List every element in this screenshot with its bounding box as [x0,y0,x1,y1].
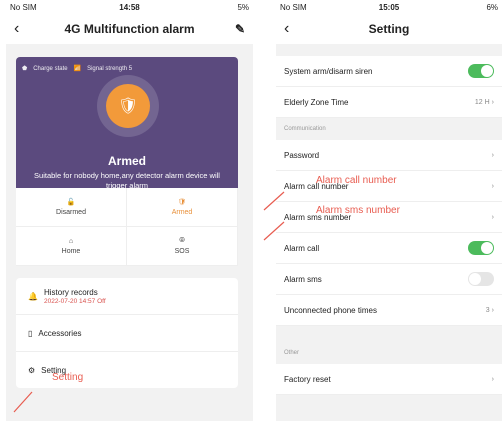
toggle-alarm-call[interactable] [468,241,494,255]
chevron-right-icon: › [491,182,494,190]
row-factory-reset[interactable]: Factory reset › [276,364,502,395]
row-label: Unconnected phone times [284,305,377,315]
bell-icon: 🔔 [28,291,38,301]
row-elderly-zone[interactable]: Elderly Zone Time 12 H › [276,87,502,118]
clock: 14:58 [119,2,140,12]
battery-text: 5% [237,2,249,12]
toggle-system-siren[interactable] [468,64,494,78]
chevron-right-icon: › [491,98,494,106]
signal-label: Signal strength 5 [87,65,133,72]
alarm-status-card: ⬟ Charge state 📶 Signal strength 5 🛡 Arm… [16,57,238,190]
mode-label: Armed [171,209,193,216]
carrier-text: No SIM [280,2,307,12]
back-icon[interactable]: ‹ [14,20,19,38]
row-label: Password [284,150,320,160]
back-icon[interactable]: ‹ [284,20,289,38]
row-label: Factory reset [284,374,331,384]
status-bar: No SIM 14:58 5% [6,0,253,14]
mode-title: Armed [107,154,146,168]
chevron-right-icon: › [491,375,494,383]
chevron-right-icon: › [491,306,494,314]
mode-label: SOS [174,248,190,255]
row-label: Elderly Zone Time [284,97,349,107]
main-menu: 🔔 History records 2022-07-20 14:57 Off ▯… [16,278,238,388]
charge-icon: ⬟ [22,66,28,72]
row-label: Alarm sms [284,274,322,284]
status-bar: No SIM 15:05 6% [276,0,502,14]
annotation-call-number: Alarm call number [316,175,397,186]
battery-text: 6% [486,2,498,12]
row-unconnected-times[interactable]: Unconnected phone times 3 › [276,295,502,326]
row-label: Alarm call [284,243,320,253]
toggle-alarm-sms[interactable] [468,272,494,286]
history-time: 2022-07-20 14:57 Off [43,297,106,305]
chevron-right-icon: › [491,213,494,221]
history-label: History records [43,287,98,297]
page-title: 4G Multifunction alarm [64,22,195,36]
shield-icon: 🛡 [177,199,187,206]
mode-home[interactable]: ⌂ Home [16,227,127,266]
nav-bar: ‹ 4G Multifunction alarm ✎ [6,14,253,44]
carrier-text: No SIM [10,2,37,12]
armed-indicator: 🛡 [97,75,159,137]
mode-armed[interactable]: 🛡 Armed [127,188,238,227]
setting-item[interactable]: ⚙ Setting [16,352,238,388]
row-alarm-sms[interactable]: Alarm sms [276,264,502,295]
page-title: Setting [368,22,410,36]
mode-disarmed[interactable]: 🔓 Disarmed [16,188,127,227]
settings-group-1: System arm/disarm siren Elderly Zone Tim… [276,56,502,118]
row-alarm-call[interactable]: Alarm call [276,233,502,264]
home-icon: ⌂ [68,237,74,245]
annotation-sms-number: Alarm sms number [316,205,400,216]
chevron-right-icon: › [491,151,494,159]
settings-group-3: Factory reset › [276,364,502,395]
mode-label: Home [61,247,81,255]
accessories-item[interactable]: ▯ Accessories [16,315,238,352]
section-other: Other [284,350,300,356]
nav-bar: ‹ Setting [276,14,502,44]
edit-icon[interactable]: ✎ [235,22,245,36]
charge-label: Charge state [33,65,68,72]
row-value: 12 H [474,98,490,106]
row-system-siren[interactable]: System arm/disarm siren [276,56,502,87]
row-password[interactable]: Password › [276,140,502,171]
shield-icon: 🛡 [117,98,139,115]
history-records-item[interactable]: 🔔 History records 2022-07-20 14:57 Off [16,278,238,315]
mode-sos[interactable]: ⦾ SOS [127,227,238,266]
mode-grid: 🔓 Disarmed 🛡 Armed ⌂ Home ⦾ SOS [16,188,238,266]
row-value: 3 [485,306,490,314]
row-label: System arm/disarm siren [284,66,373,76]
sos-icon: ⦾ [179,237,185,244]
device-icon: ▯ [28,328,33,338]
annotation-setting: Setting [52,372,84,383]
settings-group-2: Password › Alarm call number › Alarm sms… [276,140,502,326]
signal-icon: 📶 [73,66,82,72]
gear-icon: ⚙ [28,365,36,375]
status-row: ⬟ Charge state 📶 Signal strength 5 [22,65,133,73]
unlock-icon: 🔓 [66,199,76,206]
accessories-label: Accessories [38,328,82,338]
mode-label: Disarmed [56,209,86,216]
clock: 15:05 [378,2,400,12]
section-communication: Communication [284,126,326,132]
